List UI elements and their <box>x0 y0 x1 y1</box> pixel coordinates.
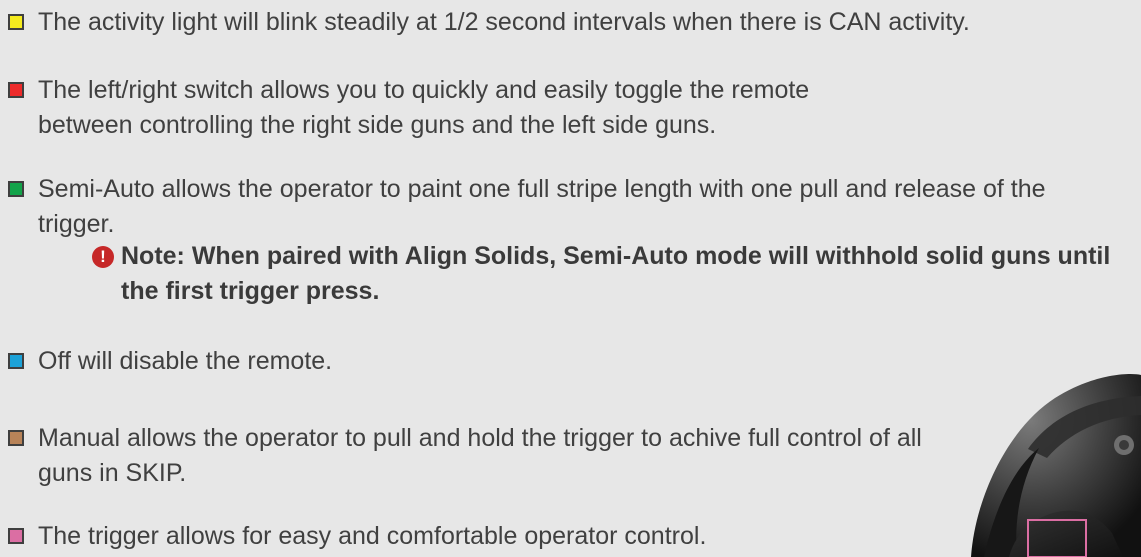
brown-swatch-icon <box>8 430 24 446</box>
legend-text-activity-light: The activity light will blink steadily a… <box>38 8 970 36</box>
legend-text-manual: Manual allows the operator to pull and h… <box>38 424 922 487</box>
legend-item-manual: Manual allows the operator to pull and h… <box>8 421 958 491</box>
manual-page: The activity light will blink steadily a… <box>0 0 1141 557</box>
warning-icon: ! <box>92 246 114 268</box>
legend-text-trigger: The trigger allows for easy and comforta… <box>38 522 707 550</box>
blue-swatch-icon <box>8 353 24 369</box>
legend-item-trigger: The trigger allows for easy and comforta… <box>8 519 848 554</box>
legend-text-off: Off will disable the remote. <box>38 347 333 375</box>
legend-text-semi-auto: Semi-Auto allows the operator to paint o… <box>38 175 1046 238</box>
note-text: Note: When paired with Align Solids, Sem… <box>121 242 1111 305</box>
yellow-swatch-icon <box>8 14 24 30</box>
legend-item-off: Off will disable the remote. <box>8 344 508 379</box>
remote-control-image <box>971 374 1141 557</box>
legend-item-left-right-switch: The left/right switch allows you to quic… <box>8 73 848 143</box>
legend-item-activity-light: The activity light will blink steadily a… <box>8 5 1128 40</box>
legend-text-left-right-switch: The left/right switch allows you to quic… <box>38 76 810 139</box>
pink-swatch-icon <box>8 528 24 544</box>
note-callout: ! Note: When paired with Align Solids, S… <box>92 239 1141 309</box>
red-swatch-icon <box>8 82 24 98</box>
legend-item-semi-auto: Semi-Auto allows the operator to paint o… <box>8 172 1118 242</box>
green-swatch-icon <box>8 181 24 197</box>
